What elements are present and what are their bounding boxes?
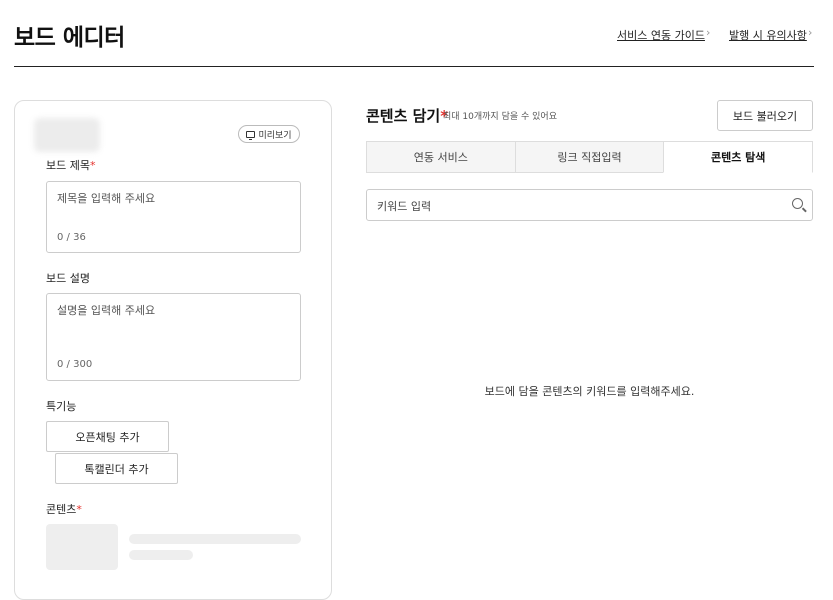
board-desc-counter: 0 / 300	[57, 359, 93, 370]
search-icon[interactable]	[792, 198, 803, 209]
content-source-tabs: 연동 서비스 링크 직접입력 콘텐츠 탐색	[366, 141, 814, 173]
keyword-search-input[interactable]	[366, 189, 813, 221]
content-line-placeholder	[129, 534, 301, 544]
chevron-right-icon: ›	[808, 26, 813, 39]
empty-state-message: 보드에 담을 콘텐츠의 키워드를 입력해주세요.	[484, 385, 695, 398]
chevron-right-icon: ›	[706, 26, 711, 39]
tab-linked-service[interactable]: 연동 서비스	[366, 141, 516, 173]
preview-label: 미리보기	[258, 130, 292, 141]
content-thumbnail-placeholder	[46, 524, 118, 570]
board-title-label: 보드 제목*	[46, 159, 96, 172]
load-board-button[interactable]: 보드 불러오기	[717, 100, 813, 131]
required-mark: *	[76, 503, 82, 516]
board-title-placeholder: 제목을 입력해 주세요	[57, 192, 156, 205]
content-section-title: 콘텐츠 담기*	[366, 107, 449, 125]
special-features-label: 특기능	[46, 400, 77, 413]
preview-button[interactable]: 미리보기	[238, 125, 300, 143]
keyword-search-placeholder: 키워드 입력	[377, 200, 432, 213]
tab-direct-link[interactable]: 링크 직접입력	[514, 141, 665, 173]
board-desc-placeholder: 설명을 입력해 주세요	[57, 304, 156, 317]
tab-content-search[interactable]: 콘텐츠 탐색	[663, 141, 814, 173]
content-line-placeholder	[129, 550, 193, 560]
monitor-icon	[246, 130, 256, 140]
header-divider	[14, 66, 814, 67]
contents-label: 콘텐츠*	[46, 503, 82, 516]
add-openchat-button[interactable]: 오픈채팅 추가	[46, 421, 169, 452]
content-limit-note: 최대 10개까지 담을 수 있어요	[443, 112, 557, 122]
page-title: 보드 에디터	[14, 25, 125, 51]
service-guide-link[interactable]: 서비스 연동 가이드	[617, 27, 705, 43]
board-desc-label: 보드 설명	[46, 272, 90, 285]
board-thumbnail	[34, 118, 100, 152]
required-mark: *	[89, 159, 96, 172]
publish-notice-link[interactable]: 발행 시 유의사항	[729, 27, 807, 43]
board-title-counter: 0 / 36	[57, 232, 86, 243]
add-talkcalendar-button[interactable]: 톡캘린더 추가	[55, 453, 178, 484]
